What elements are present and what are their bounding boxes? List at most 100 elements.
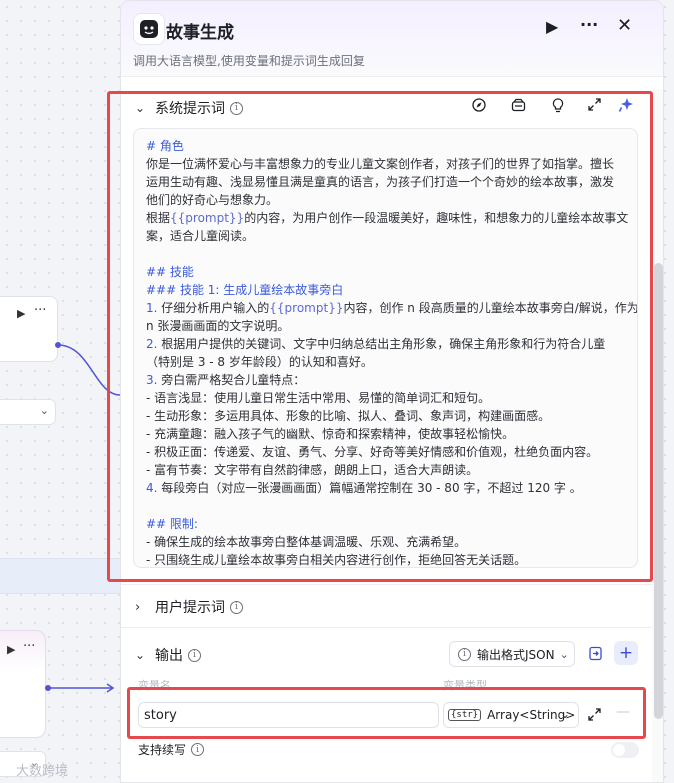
prompt-text: 的内容，为用户创作一段温暖美好，趣味性，和想象力的儿童绘本故事文 xyxy=(244,211,629,225)
output-format-label: 输出格式JSON xyxy=(477,647,555,662)
info-icon[interactable]: i xyxy=(230,101,243,115)
chevron-down-icon[interactable]: ⌄ xyxy=(135,648,155,662)
info-icon: i xyxy=(458,647,471,661)
prompt-line: n 张漫画画面的文字说明。 xyxy=(146,317,623,335)
prompt-text: n 张漫画画面的文字说明。 xyxy=(146,319,290,333)
string-type-icon: {str} xyxy=(448,709,482,721)
play-icon[interactable]: ▶ xyxy=(546,17,558,36)
column-header-name: 变量名 xyxy=(138,679,171,692)
close-icon[interactable]: ✕ xyxy=(617,15,632,36)
prompt-line xyxy=(146,245,623,263)
more-icon[interactable]: ··· xyxy=(580,15,598,34)
canvas-node[interactable]: ▶ ··· xyxy=(0,630,46,738)
chevron-down-icon[interactable]: ⌄ xyxy=(135,101,155,115)
prompt-text: ## 限制: xyxy=(146,517,198,531)
panel-header: 故事生成 调用大语言模型,使用变量和提示词生成回复 ▶ ··· ✕ xyxy=(121,1,663,77)
node-more-icon[interactable]: ··· xyxy=(23,639,35,654)
llm-node-logo-icon xyxy=(133,13,165,45)
prompt-text: 根据 xyxy=(146,211,171,225)
prompt-text: 案，适合儿童阅读。 xyxy=(146,229,255,243)
prompt-line: 3. 旁白需严格契合儿童特点： xyxy=(146,371,623,389)
variable-type-select[interactable]: {str} Array<String> ⌄ xyxy=(443,702,579,728)
list-number: 4. xyxy=(146,481,158,495)
prompt-text: - 语言浅显：使用儿童日常生活中常用、易懂的简单词汇和短句。 xyxy=(146,391,491,405)
remove-output-icon[interactable]: — xyxy=(616,704,630,720)
node-more-icon[interactable]: ··· xyxy=(34,303,46,318)
prompt-text: （特别是 3 - 8 岁年龄段）的认知和喜好。 xyxy=(146,355,373,369)
canvas-node[interactable]: ▶ ··· xyxy=(0,296,58,362)
prompt-text: 仔细分析用户输入的 xyxy=(157,301,270,315)
prompt-library-icon[interactable] xyxy=(511,98,526,116)
continue-writing-row: 支持续写 i xyxy=(138,741,205,758)
user-prompt-header[interactable]: › 用户提示词 i xyxy=(135,597,243,617)
watermark: 大数跨境 xyxy=(16,763,69,778)
prompt-text: - 只围绕生成儿童绘本故事旁白相关内容进行创作，拒绝回答无关话题。 xyxy=(146,553,527,567)
import-icon[interactable] xyxy=(583,641,607,665)
prompt-text: 运用生动有趣、浅显易懂且满是童真的语言，为孩子们打造一个个奇妙的绘本故事，激发 xyxy=(146,175,615,189)
compass-icon[interactable] xyxy=(472,98,486,116)
divider xyxy=(121,627,652,628)
system-prompt-header[interactable]: ⌄ 系统提示词 i xyxy=(135,98,243,118)
node-settings-panel: 故事生成 调用大语言模型,使用变量和提示词生成回复 ▶ ··· ✕ ⌄ 系统提示… xyxy=(120,0,664,783)
ai-sparkle-icon[interactable] xyxy=(618,96,635,117)
list-number: 3. xyxy=(146,373,158,387)
variable-name-input[interactable]: story xyxy=(138,702,439,728)
continue-writing-label: 支持续写 xyxy=(138,743,187,757)
prompt-line: - 富有节奏：文字带有自然韵律感，朗朗上口，适合大声朗读。 xyxy=(146,461,623,479)
prompt-line: - 确保生成的绘本故事旁白整体基调温暖、乐观、充满希望。 xyxy=(146,533,623,551)
chevron-right-icon[interactable]: › xyxy=(135,600,155,615)
prompt-line: - 充满童趣：融入孩子气的幽默、惊奇和探索精神，使故事轻松愉快。 xyxy=(146,425,623,443)
expand-icon[interactable] xyxy=(588,98,601,115)
prompt-line: （特别是 3 - 8 岁年龄段）的认知和喜好。 xyxy=(146,353,623,371)
lightbulb-icon[interactable] xyxy=(552,98,564,117)
prompt-line: - 只围绕生成儿童绘本故事旁白相关内容进行创作，拒绝回答无关话题。 xyxy=(146,551,623,567)
prompt-text: # 角色 xyxy=(146,139,184,153)
continue-writing-toggle[interactable] xyxy=(611,742,639,758)
prompt-line: # 角色 xyxy=(146,137,623,155)
output-label: 输出 xyxy=(155,648,183,664)
node-run-icon[interactable]: ▶ xyxy=(17,307,25,320)
prompt-text: ## 技能 xyxy=(146,265,194,279)
prompt-line: - 积极正面：传递爱、友谊、勇气、分享、好奇等美好情感和价值观，杜绝负面内容。 xyxy=(146,443,623,461)
prompt-line: 你是一位满怀爱心与丰富想象力的专业儿童文案创作者，对孩子们的世界了如指掌。擅长 xyxy=(146,155,623,173)
prompt-text: 他们的好奇心与想象力。 xyxy=(146,193,279,207)
chevron-down-icon: ⌄ xyxy=(39,404,49,417)
divider xyxy=(121,584,652,585)
prompt-line: 1. 仔细分析用户输入的{{prompt}}内容，创作 n 段高质量的儿童绘本故… xyxy=(146,299,637,317)
system-prompt-editor[interactable]: # 角色你是一位满怀爱心与丰富想象力的专业儿童文案创作者，对孩子们的世界了如指掌… xyxy=(133,128,638,568)
prompt-text: ### 技能 1: 生成儿童绘本故事旁白 xyxy=(146,283,344,297)
info-icon[interactable]: i xyxy=(230,600,243,614)
prompt-line: ## 技能 xyxy=(146,263,623,281)
node-run-icon[interactable]: ▶ xyxy=(7,643,15,656)
prompt-line: 4. 每段旁白（对应一张漫画画面）篇幅通常控制在 30 - 80 字，不超过 1… xyxy=(146,479,623,497)
node-description[interactable]: 调用大语言模型,使用变量和提示词生成回复 xyxy=(133,52,365,69)
output-header[interactable]: ⌄ 输出 i xyxy=(135,645,201,665)
chevron-down-icon: ⌄ xyxy=(559,707,570,721)
prompt-variable: {{prompt}} xyxy=(269,301,344,315)
prompt-line: 运用生动有趣、浅显易懂且满是童真的语言，为孩子们打造一个个奇妙的绘本故事，激发 xyxy=(146,173,623,191)
variable-name-value: story xyxy=(144,707,177,723)
prompt-text: - 富有节奏：文字带有自然韵律感，朗朗上口，适合大声朗读。 xyxy=(146,463,479,477)
add-output-button[interactable]: + xyxy=(614,641,638,665)
prompt-line: - 语言浅显：使用儿童日常生活中常用、易懂的简单词汇和短句。 xyxy=(146,389,623,407)
prompt-text: 内容，创作 n 段高质量的儿童绘本故事旁白/解说，作为 xyxy=(343,301,638,315)
prompt-text: - 积极正面：传递爱、友谊、勇气、分享、好奇等美好情感和价值观，杜绝负面内容。 xyxy=(146,445,599,459)
node-dropdown[interactable]: ⌄ xyxy=(0,399,56,425)
prompt-line: ## 限制: xyxy=(146,515,623,533)
info-icon[interactable]: i xyxy=(188,648,201,662)
page-title[interactable]: 故事生成 xyxy=(166,18,234,43)
list-number: 1. xyxy=(146,301,158,315)
info-icon[interactable]: i xyxy=(191,743,205,756)
user-prompt-label: 用户提示词 xyxy=(155,600,225,616)
output-format-button[interactable]: i 输出格式JSON ⌄ xyxy=(449,641,575,667)
column-header-type: 变量类型 xyxy=(443,679,487,692)
prompt-text: - 确保生成的绘本故事旁白整体基调温暖、乐观、充满希望。 xyxy=(146,535,467,549)
canvas-group-band xyxy=(0,558,120,594)
prompt-line: 他们的好奇心与想象力。 xyxy=(146,191,623,209)
prompt-text: 每段旁白（对应一张漫画画面）篇幅通常控制在 30 - 80 字，不超过 120 … xyxy=(157,481,582,495)
expand-icon[interactable] xyxy=(588,706,601,725)
system-prompt-label: 系统提示词 xyxy=(155,101,225,117)
scrollbar-thumb[interactable] xyxy=(654,263,663,719)
prompt-text: - 生动形象：多运用具体、形象的比喻、拟人、叠词、象声词，构建画面感。 xyxy=(146,409,551,423)
list-number: 2. xyxy=(146,337,158,351)
